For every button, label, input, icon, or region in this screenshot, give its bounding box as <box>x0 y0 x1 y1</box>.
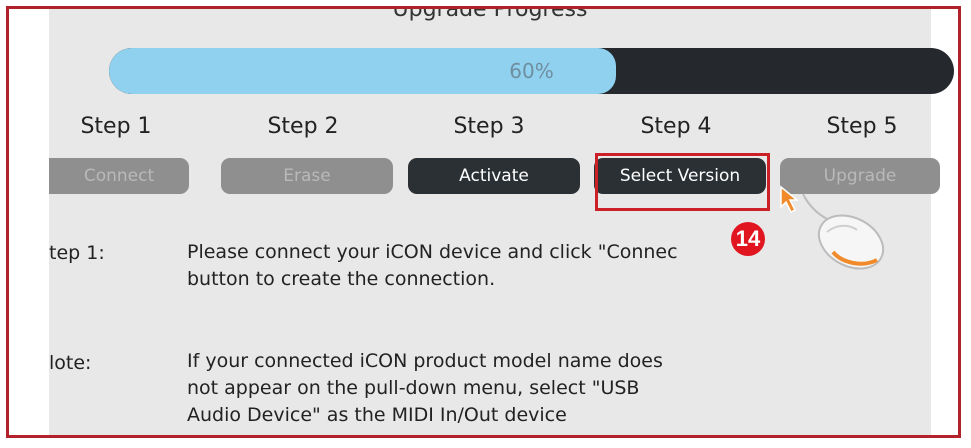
step-5-label: Step 5 <box>826 114 898 139</box>
progress-percent: 60% <box>509 59 554 83</box>
select-version-highlight <box>595 153 770 211</box>
upgrade-panel: Upgrade Progress 60% Step 1 Step 2 Step … <box>49 6 954 435</box>
step-1-instruction-text: Please connect your iCON device and clic… <box>187 239 827 293</box>
cursor-arrow-icon <box>780 185 800 214</box>
step-1-text-line-2: button to create the connection. <box>187 268 496 290</box>
connect-button[interactable]: Connect <box>49 158 189 194</box>
step-3-label: Step 3 <box>453 114 525 139</box>
screenshot-frame: Upgrade Progress 60% Step 1 Step 2 Step … <box>6 6 961 438</box>
step-2-label: Step 2 <box>267 114 339 139</box>
note-text-line-1: If your connected iCON product model nam… <box>187 350 663 372</box>
mouse-click-icon <box>780 185 885 270</box>
note-label: lote: <box>49 352 92 374</box>
callout-number-badge: 14 <box>731 222 765 256</box>
activate-button[interactable]: Activate <box>408 158 580 194</box>
mouse-cable-icon <box>802 193 830 221</box>
note-text: If your connected iCON product model nam… <box>187 348 827 429</box>
note-text-line-3: Audio Device" as the MIDI In/Out device <box>187 404 567 426</box>
step-1-instruction-label: tep 1: <box>49 242 105 264</box>
dialog-title: Upgrade Progress <box>392 6 588 22</box>
progress-bar: 60% <box>109 48 954 94</box>
step-4-label: Step 4 <box>640 114 712 139</box>
note-text-line-2: not appear on the pull-down menu, select… <box>187 377 640 399</box>
step-1-label: Step 1 <box>80 114 152 139</box>
erase-button[interactable]: Erase <box>221 158 393 194</box>
